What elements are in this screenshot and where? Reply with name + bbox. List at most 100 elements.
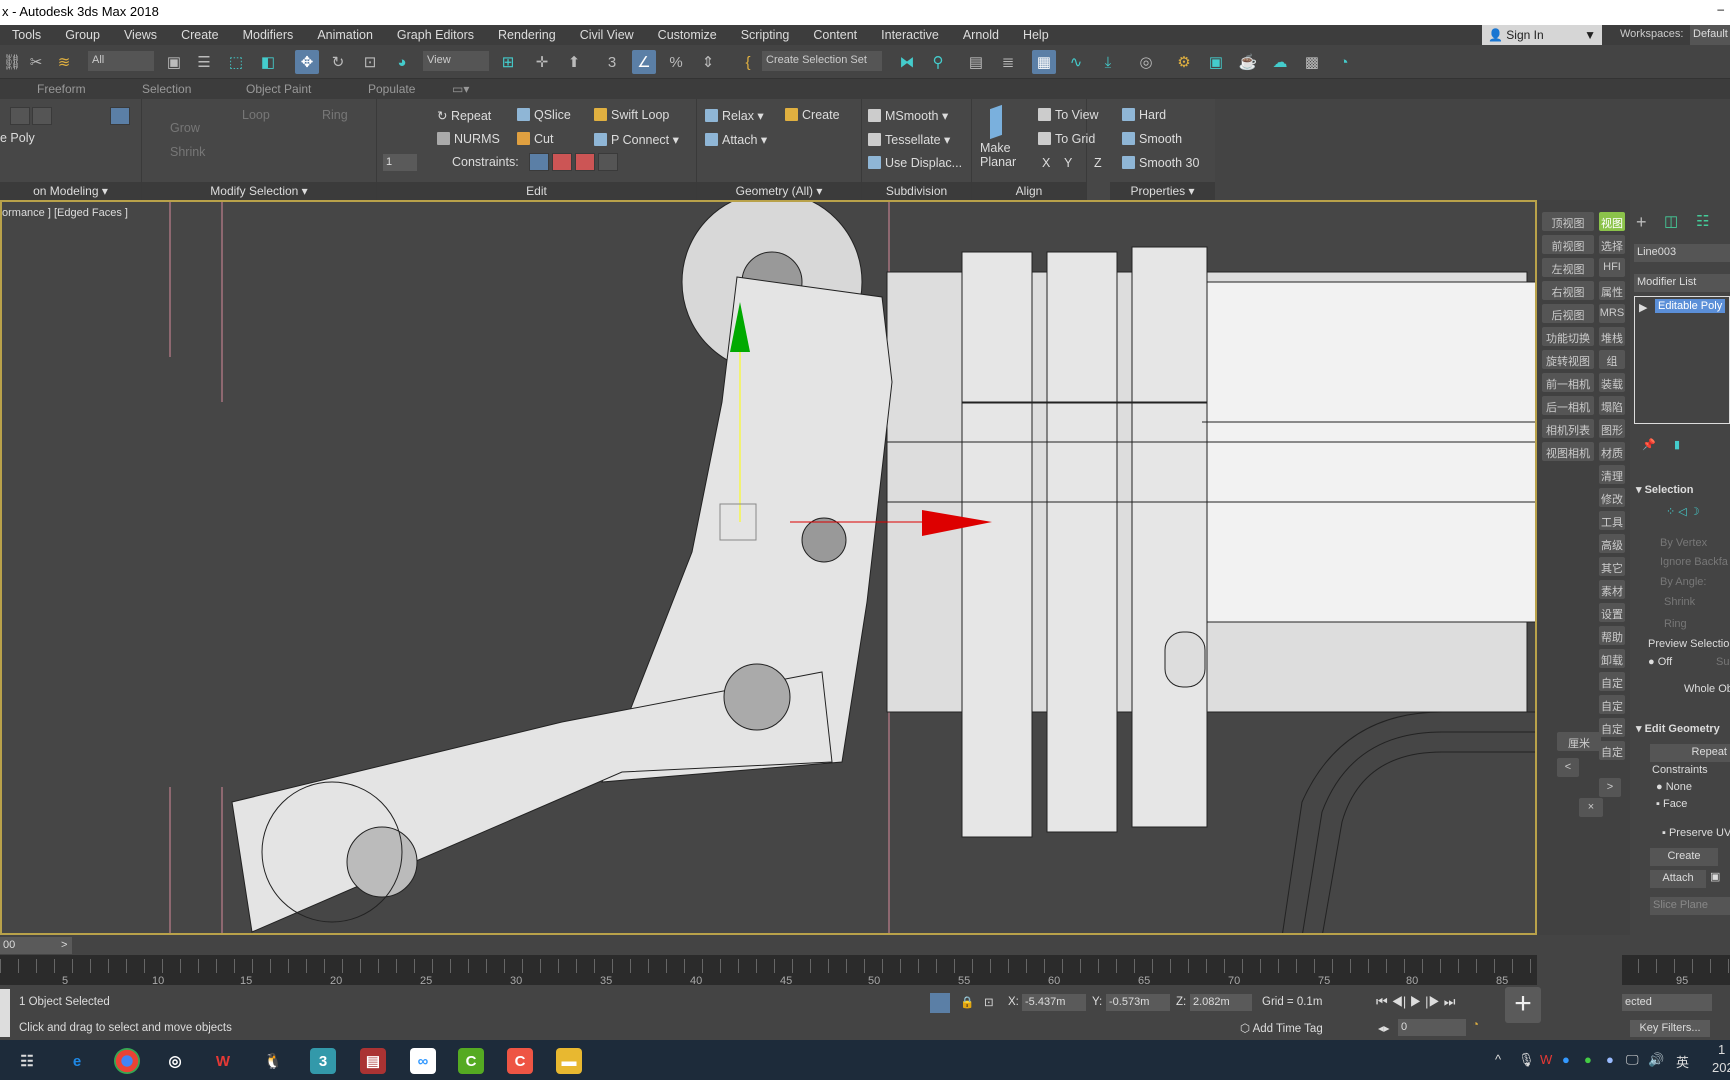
tessellate-button[interactable]: Tessellate ▾ [868, 132, 950, 147]
3dsmax-icon[interactable]: 3 [310, 1048, 336, 1074]
network-icon[interactable]: 🖵 [1626, 1052, 1639, 1068]
command-button[interactable]: 帮助 [1599, 626, 1625, 645]
edge-mode-icon[interactable] [32, 107, 52, 125]
command-button[interactable]: 设置 [1599, 603, 1625, 622]
tray-wps-icon[interactable]: W [1540, 1052, 1552, 1067]
menu-modifiers[interactable]: Modifiers [231, 28, 306, 42]
set-key-button[interactable]: + [1505, 987, 1541, 1023]
attach-list-icon[interactable]: ▣ [1710, 870, 1720, 883]
x-coordinate-field[interactable]: -5.437m [1022, 994, 1086, 1011]
sign-in-button[interactable]: 👤 Sign In ▼ [1482, 25, 1602, 45]
command-button[interactable]: 材质 [1599, 442, 1625, 461]
clock-time[interactable]: 1 [1718, 1042, 1725, 1057]
bind-spacewarp-icon[interactable]: ≋ [52, 50, 76, 74]
maxscript-listener[interactable] [0, 989, 10, 1037]
viewport[interactable] [0, 200, 1537, 935]
show-end-result-icon[interactable]: ▮ [1674, 438, 1680, 451]
nurms-button[interactable]: NURMS [437, 132, 500, 146]
repeat-button[interactable]: ↻ Repeat [437, 108, 491, 123]
command-button[interactable]: 旋转视图 [1542, 350, 1594, 369]
material-editor-icon[interactable]: ◎ [1134, 50, 1158, 74]
menu-tools[interactable]: Tools [0, 28, 53, 42]
add-time-tag-button[interactable]: ⬡ Add Time Tag [1240, 1021, 1323, 1035]
command-button[interactable]: 图形 [1599, 419, 1625, 438]
menu-views[interactable]: Views [112, 28, 169, 42]
command-button[interactable]: HFI [1599, 258, 1625, 277]
panel-label[interactable]: Modify Selection ▾ [142, 182, 376, 200]
layer-explorer-icon[interactable]: ≣ [996, 50, 1020, 74]
tab-populate[interactable]: Populate [368, 82, 415, 96]
command-button[interactable]: 自定 [1599, 741, 1625, 760]
menu-content[interactable]: Content [801, 28, 869, 42]
next-frame-icon[interactable]: |▶ [1425, 994, 1444, 1009]
panel-label[interactable]: Geometry (All) ▾ [697, 182, 861, 200]
command-button[interactable]: 修改 [1599, 488, 1625, 507]
command-button[interactable]: 前一相机 [1542, 373, 1594, 392]
swift-loop-button[interactable]: Swift Loop [594, 108, 669, 122]
ime-indicator[interactable]: 英 [1676, 1052, 1689, 1071]
command-button[interactable]: 视图 [1599, 212, 1625, 231]
file-explorer-icon[interactable]: ▬ [556, 1048, 582, 1074]
menu-create[interactable]: Create [169, 28, 231, 42]
expand-icon[interactable]: ▶ [1639, 301, 1647, 314]
app-camera-icon[interactable]: ◎ [162, 1048, 188, 1074]
cmd-back-button[interactable]: < [1557, 758, 1579, 777]
percent-snap-icon[interactable]: % [664, 50, 688, 74]
constraint-edge-icon[interactable] [552, 153, 572, 171]
align-x-button[interactable]: X [1042, 156, 1050, 170]
use-displace-button[interactable]: Use Displac... [868, 156, 962, 170]
ribbon-options-icon[interactable]: ▭▾ [452, 82, 469, 96]
vertex-level-icon[interactable]: ⁘ ◁ ☽ [1666, 505, 1700, 518]
lock-icon[interactable]: 🔒 [960, 995, 974, 1009]
menu-animation[interactable]: Animation [305, 28, 385, 42]
tray-app2-icon[interactable]: ● [1606, 1052, 1614, 1067]
preview-subobj-radio[interactable]: Sub [1716, 656, 1730, 668]
slice-plane-button[interactable]: Slice Plane [1650, 897, 1730, 915]
next-frame-button[interactable]: > [58, 937, 72, 954]
align-z-button[interactable]: Z [1094, 156, 1102, 170]
create-button[interactable]: Create [1650, 848, 1718, 866]
time-slider[interactable]: 00 > [0, 935, 1537, 955]
attach-button[interactable]: Attach ▾ [705, 132, 767, 147]
to-view-button[interactable]: To View [1038, 108, 1099, 122]
hard-button[interactable]: Hard [1122, 108, 1166, 122]
modify-mode-icon[interactable] [110, 107, 130, 125]
command-button[interactable]: 右视图 [1542, 281, 1594, 300]
render-cloud-icon[interactable]: ☁ [1268, 50, 1292, 74]
camtasia-icon[interactable]: C [458, 1048, 484, 1074]
menu-customize[interactable]: Customize [646, 28, 729, 42]
link-icon[interactable]: ⛓ [0, 50, 24, 74]
rendered-frame-icon[interactable]: ▣ [1204, 50, 1228, 74]
select-manipulate-icon[interactable]: ✛ [530, 50, 554, 74]
vertex-mode-icon[interactable] [10, 107, 30, 125]
modifier-list-dropdown[interactable]: Modifier List [1634, 274, 1730, 292]
ring-button[interactable]: Ring [322, 108, 348, 122]
schematic-view-icon[interactable]: ⤓ [1096, 50, 1120, 74]
command-button[interactable]: 视图相机 [1542, 442, 1594, 461]
command-button[interactable]: 属性 [1599, 281, 1625, 300]
shrink-button[interactable]: Shrink [170, 145, 205, 159]
reference-coord-dropdown[interactable]: View [423, 51, 489, 71]
constraint-none-icon[interactable] [529, 153, 549, 171]
absolute-mode-icon[interactable]: ⊡ [984, 995, 994, 1009]
command-button[interactable]: MRS [1599, 304, 1625, 323]
minimize-button[interactable]: – [1717, 2, 1724, 16]
command-button[interactable]: 塌陷 [1599, 396, 1625, 415]
tray-expand-icon[interactable]: ^ [1495, 1052, 1501, 1067]
rotate-icon[interactable]: ↻ [326, 50, 350, 74]
place-icon[interactable]: ◕ [390, 50, 414, 74]
stack-item-editable-poly[interactable]: Editable Poly [1655, 299, 1726, 313]
preserve-uvs-checkbox[interactable]: ▪ Preserve UV [1662, 827, 1730, 839]
command-button[interactable]: 顶视图 [1542, 212, 1594, 231]
microphone-icon[interactable]: 🎙 [1518, 1052, 1535, 1068]
align-icon[interactable]: ⚲ [926, 50, 950, 74]
z-coordinate-field[interactable]: 2.082m [1190, 994, 1252, 1011]
scene-explorer-icon[interactable]: ▤ [964, 50, 988, 74]
move-icon[interactable]: ✥ [295, 50, 319, 74]
relax-button[interactable]: Relax ▾ [705, 108, 764, 123]
selection-filter-dropdown[interactable]: All [88, 51, 154, 71]
menu-civil-view[interactable]: Civil View [568, 28, 646, 42]
command-button[interactable]: 选择 [1599, 235, 1625, 254]
to-grid-button[interactable]: To Grid [1038, 132, 1095, 146]
create-button[interactable]: Create [785, 108, 840, 122]
